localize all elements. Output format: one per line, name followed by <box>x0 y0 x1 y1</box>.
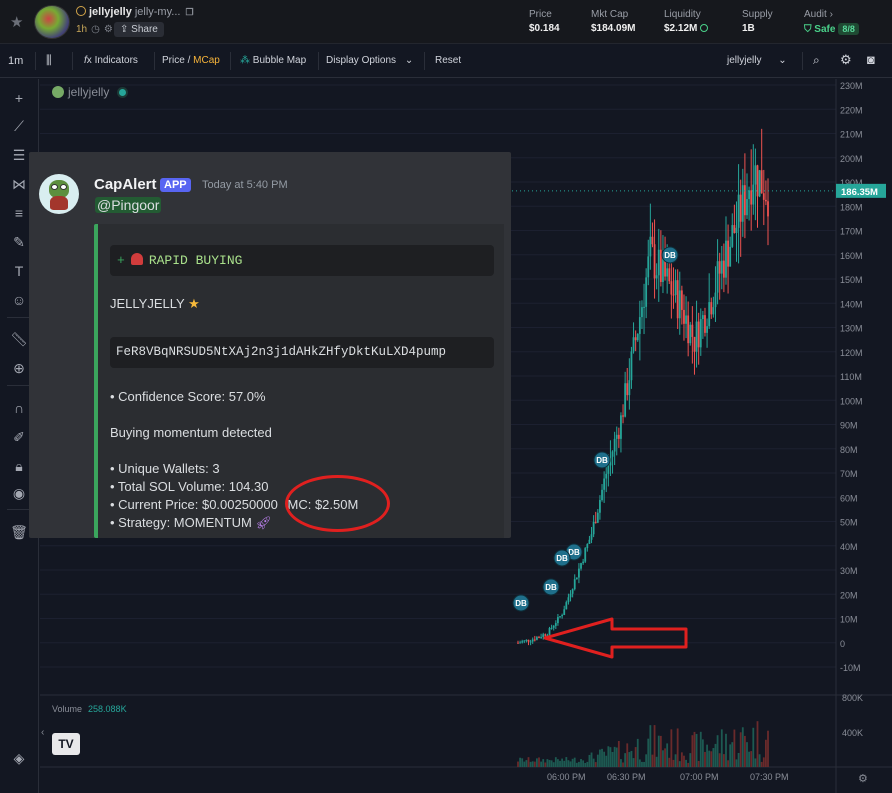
red-arrow-shape <box>543 617 688 659</box>
annotation-arrow <box>543 617 688 659</box>
